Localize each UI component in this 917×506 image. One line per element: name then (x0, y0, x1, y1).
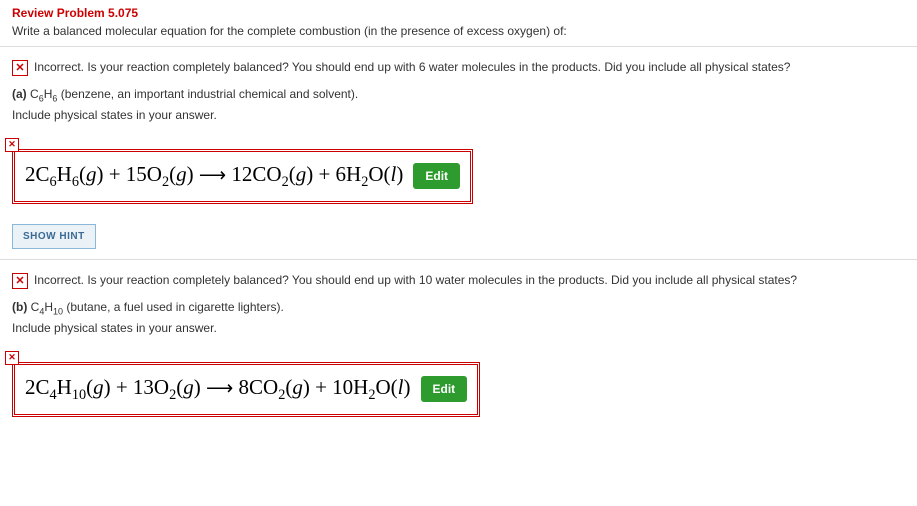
part-a-formula: C6H6 (30, 87, 57, 101)
incorrect-tab-icon: ✕ (5, 351, 19, 365)
equation-b: 2C4H10(g) + 13O2(g) ⟶ 8CO2(g) + 10H2O(l) (25, 375, 411, 404)
show-hint-button[interactable]: SHOW HINT (12, 224, 96, 249)
feedback-text-b: Incorrect. Is your reaction completely b… (34, 272, 797, 289)
incorrect-icon: ✕ (12, 60, 28, 76)
part-b-letter: (b) (12, 300, 27, 314)
edit-button[interactable]: Edit (421, 376, 468, 402)
part-a: ✕ Incorrect. Is your reaction completely… (0, 47, 917, 260)
part-b-desc: (butane, a fuel used in cigarette lighte… (63, 300, 284, 314)
equation-a: 2C6H6(g) + 15O2(g) ⟶ 12CO2(g) + 6H2O(l) (25, 162, 403, 191)
incorrect-icon: ✕ (12, 273, 28, 289)
answer-wrap-a: ✕ 2C6H6(g) + 15O2(g) ⟶ 12CO2(g) + 6H2O(l… (12, 149, 473, 204)
feedback-text-a: Incorrect. Is your reaction completely b… (34, 59, 790, 76)
part-a-label: (a) C6H6 (benzene, an important industri… (12, 86, 905, 105)
edit-button[interactable]: Edit (413, 163, 460, 189)
answer-wrap-b: ✕ 2C4H10(g) + 13O2(g) ⟶ 8CO2(g) + 10H2O(… (12, 362, 480, 417)
part-a-line2: Include physical states in your answer. (12, 107, 905, 124)
feedback-row-a: ✕ Incorrect. Is your reaction completely… (12, 59, 905, 76)
problem-header: Review Problem 5.075 Write a balanced mo… (0, 0, 917, 47)
part-b-formula: C4H10 (31, 300, 63, 314)
part-a-desc: (benzene, an important industrial chemic… (57, 87, 358, 101)
part-b: ✕ Incorrect. Is your reaction completely… (0, 260, 917, 427)
answer-box-a[interactable]: 2C6H6(g) + 15O2(g) ⟶ 12CO2(g) + 6H2O(l) … (12, 149, 473, 204)
answer-box-b[interactable]: 2C4H10(g) + 13O2(g) ⟶ 8CO2(g) + 10H2O(l)… (12, 362, 480, 417)
part-a-letter: (a) (12, 87, 27, 101)
problem-title: Review Problem 5.075 (12, 6, 905, 20)
part-b-label: (b) C4H10 (butane, a fuel used in cigare… (12, 299, 905, 318)
incorrect-tab-icon: ✕ (5, 138, 19, 152)
feedback-row-b: ✕ Incorrect. Is your reaction completely… (12, 272, 905, 289)
part-b-line2: Include physical states in your answer. (12, 320, 905, 337)
problem-prompt: Write a balanced molecular equation for … (12, 24, 905, 38)
